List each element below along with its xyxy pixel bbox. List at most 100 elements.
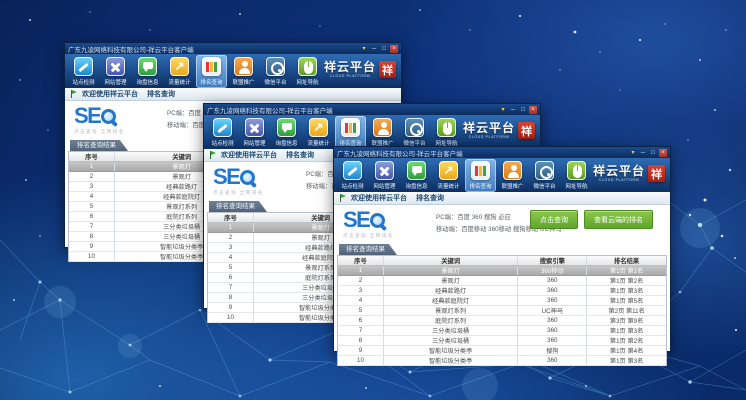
cell-keyword: 庭院灯系列: [384, 316, 518, 325]
cell-engine: 360: [518, 286, 587, 295]
table-row[interactable]: 9 智能垃圾分类亭 搜狗 第1页 第4名: [338, 346, 666, 356]
maximize-icon[interactable]: □: [380, 45, 388, 53]
cell-result: 第1页 第3名: [587, 326, 666, 335]
skin-icon[interactable]: ▾: [360, 45, 368, 53]
toolbar-item[interactable]: 微信平台: [529, 159, 560, 192]
seo-logo-text: SE: [213, 166, 239, 188]
toolbar-item[interactable]: 微信平台: [399, 116, 430, 149]
cell-keyword: 景观灯: [384, 276, 518, 285]
toolbar-item[interactable]: 询盘信息: [401, 159, 432, 192]
toolbar-item[interactable]: 询盘信息: [271, 116, 302, 149]
cell-index: 7: [69, 222, 115, 231]
toolbar-item[interactable]: 流量统计: [303, 116, 334, 149]
toolbar-item[interactable]: 网址导航: [431, 116, 462, 149]
toolbar-item-label: 站点检测: [341, 182, 363, 190]
toolbar-item[interactable]: 网站管理: [100, 55, 131, 88]
column-header-keyword: 关键词: [384, 256, 518, 265]
toolbar-item[interactable]: 网站管理: [239, 116, 270, 149]
toolbar-item[interactable]: 流量统计: [164, 55, 195, 88]
table-row[interactable]: 6 庭院灯系列 360 第3页 第9名: [338, 316, 666, 326]
site-nav-icon: [298, 57, 317, 76]
toolbar-item-label: 网站管理: [243, 139, 265, 147]
toolbar-item[interactable]: 站点检测: [207, 116, 238, 149]
message-icon: [138, 57, 157, 76]
column-header-index: 序号: [338, 256, 384, 265]
toolbar-item[interactable]: 网址导航: [292, 55, 323, 88]
cell-keyword: 智能垃圾分类亭: [384, 356, 518, 365]
cell-index: 9: [208, 303, 254, 312]
cell-index: 1: [338, 266, 384, 275]
cell-index: 8: [208, 293, 254, 302]
skin-icon[interactable]: ▾: [499, 106, 507, 114]
cell-index: 9: [338, 346, 384, 355]
toolbar-item[interactable]: 网址导航: [561, 159, 592, 192]
minimize-icon[interactable]: ─: [370, 45, 378, 53]
rank-query-icon: [471, 161, 490, 180]
cell-index: 8: [69, 232, 115, 241]
cell-index: 9: [69, 242, 115, 251]
toolbar-item-label: 联盟推广: [501, 182, 523, 190]
view-cloud-rank-button[interactable]: 查看云端的排名: [584, 210, 653, 229]
table-row[interactable]: 3 经典款路灯 360 第1页 第3名: [338, 286, 666, 296]
cell-index: 6: [338, 316, 384, 325]
tab-rank-results[interactable]: 排名查询结果: [70, 140, 128, 151]
toolbar-item[interactable]: 微信平台: [260, 55, 291, 88]
brand-logo: 祥云平台 CLOUD PLATFORM 祥: [593, 165, 665, 182]
traffic-stats-icon: [170, 57, 189, 76]
toolbar-item[interactable]: 排名查询: [196, 55, 227, 88]
toolbar-item[interactable]: 询盘信息: [132, 55, 163, 88]
toolbar-item-label: 微信平台: [264, 78, 286, 86]
brand-subtitle: CLOUD PLATFORM: [324, 74, 376, 78]
skin-icon[interactable]: ▾: [629, 149, 637, 157]
toolbar-item[interactable]: 流量统计: [433, 159, 464, 192]
title-bar[interactable]: 广东九凌网络科技有限公司-祥云平台客户端 ▾ ─ □ ×: [65, 43, 401, 54]
toolbar-item[interactable]: 站点检测: [68, 55, 99, 88]
site-manage-icon: [106, 57, 125, 76]
query-button[interactable]: 点击查询: [530, 210, 578, 229]
window-title: 广东九凌网络科技有限公司-祥云平台客户端: [68, 44, 360, 54]
tab-rank-results[interactable]: 排名查询结果: [209, 201, 267, 212]
minimize-icon[interactable]: ─: [509, 106, 517, 114]
close-icon[interactable]: ×: [529, 106, 537, 114]
toolbar-item-label: 网址导航: [296, 78, 318, 86]
toolbar-item[interactable]: 联盟推广: [367, 116, 398, 149]
table-row[interactable]: 2 景观灯 360 第1页 第2名: [338, 276, 666, 286]
toolbar-item[interactable]: 网站管理: [369, 159, 400, 192]
toolbar-item[interactable]: 站点检测: [337, 159, 368, 192]
table-row[interactable]: 4 经典款庭院灯 360 第1页 第5名: [338, 296, 666, 306]
table-row[interactable]: 10 智能垃圾分类亭 360 第1页 第3名: [338, 356, 666, 366]
cell-result: 第1页 第2名: [587, 276, 666, 285]
tab-rank-results[interactable]: 排名查询结果: [339, 244, 397, 255]
traffic-stats-icon: [439, 161, 458, 180]
title-bar[interactable]: 广东九凌网络科技有限公司-祥云平台客户端 ▾ ─ □ ×: [334, 147, 670, 158]
toolbar-item[interactable]: 联盟推广: [228, 55, 259, 88]
wechat-platform-icon: [535, 161, 554, 180]
brand-name: 祥云平台: [463, 122, 515, 134]
toolbar-item[interactable]: 排名查询: [335, 116, 366, 149]
maximize-icon[interactable]: □: [519, 106, 527, 114]
cell-result: 第1页 第1名: [587, 266, 666, 275]
cell-index: 4: [69, 192, 115, 201]
table-row[interactable]: 1 景观灯 360移动 第1页 第1名: [338, 266, 666, 276]
table-row[interactable]: 7 三分类垃圾桶 360 第1页 第3名: [338, 326, 666, 336]
title-bar[interactable]: 广东九凌网络科技有限公司-祥云平台客户端 ▾ ─ □ ×: [204, 104, 540, 115]
cell-index: 3: [338, 286, 384, 295]
cell-index: 6: [69, 212, 115, 221]
toolbar-item[interactable]: 联盟推广: [497, 159, 528, 192]
maximize-icon[interactable]: □: [649, 149, 657, 157]
table-row[interactable]: 8 三分类垃圾桶 360 第1页 第2名: [338, 336, 666, 346]
cell-index: 1: [208, 223, 254, 232]
site-check-icon: [74, 57, 93, 76]
toolbar-item-label: 站点检测: [211, 139, 233, 147]
cell-index: 2: [208, 233, 254, 242]
close-icon[interactable]: ×: [659, 149, 667, 157]
table-row[interactable]: 5 景观灯系列 UC神马 第2页 第11名: [338, 306, 666, 316]
cell-index: 10: [208, 313, 254, 322]
cell-keyword: 三分类垃圾桶: [384, 336, 518, 345]
cell-result: 第1页 第5名: [587, 296, 666, 305]
cell-keyword: 三分类垃圾桶: [384, 326, 518, 335]
minimize-icon[interactable]: ─: [639, 149, 647, 157]
toolbar-item[interactable]: 排名查询: [465, 159, 496, 192]
close-icon[interactable]: ×: [390, 45, 398, 53]
magnifier-icon: [370, 213, 385, 228]
